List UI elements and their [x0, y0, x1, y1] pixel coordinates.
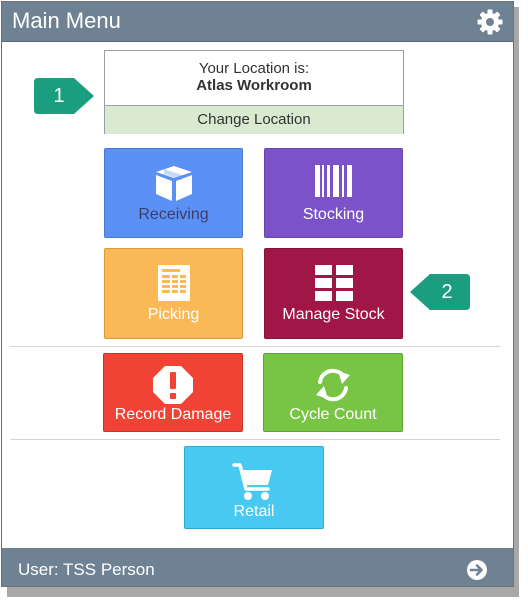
footer-bar: User: TSS Person: [2, 548, 513, 586]
cycle-icon: [316, 368, 350, 402]
divider: [10, 346, 500, 347]
change-location-button[interactable]: Change Location: [105, 105, 403, 134]
arrow-right-circle-icon[interactable]: [467, 560, 487, 580]
picking-tile[interactable]: Picking: [104, 248, 243, 339]
page-title: Main Menu: [12, 8, 121, 33]
cycle-count-tile[interactable]: Cycle Count: [263, 353, 403, 432]
stocking-tile[interactable]: Stocking: [264, 148, 403, 238]
grid-icon: [314, 265, 353, 301]
cycle-count-label: Cycle Count: [289, 406, 377, 423]
pick-list-icon: [157, 265, 190, 301]
cart-icon: [232, 463, 272, 500]
divider: [10, 439, 500, 440]
record-damage-tile[interactable]: Record Damage: [103, 353, 243, 432]
retail-label: Retail: [233, 503, 275, 520]
location-panel: Your Location is: Atlas Workroom Change …: [104, 50, 404, 134]
header-bar: Main Menu: [2, 2, 513, 42]
location-label: Your Location is:: [198, 60, 310, 77]
warning-icon: [153, 366, 193, 404]
package-icon: [155, 166, 192, 201]
manage-stock-tile[interactable]: Manage Stock: [264, 248, 403, 339]
receiving-label: Receiving: [138, 206, 209, 223]
gear-icon[interactable]: [476, 8, 504, 36]
retail-tile[interactable]: Retail: [184, 446, 324, 529]
callout-number: 2: [441, 281, 453, 303]
user-label: User: TSS Person: [18, 560, 155, 579]
callout-number: 1: [53, 85, 65, 107]
barcode-icon: [314, 165, 352, 197]
callout-marker-1: 1: [32, 76, 96, 116]
stocking-label: Stocking: [302, 206, 365, 223]
picking-label: Picking: [147, 306, 200, 323]
receiving-tile[interactable]: Receiving: [104, 148, 243, 238]
record-damage-label: Record Damage: [114, 406, 232, 423]
callout-marker-2: 2: [408, 272, 472, 312]
manage-stock-label: Manage Stock: [282, 306, 385, 323]
location-name: Atlas Workroom: [196, 77, 312, 94]
